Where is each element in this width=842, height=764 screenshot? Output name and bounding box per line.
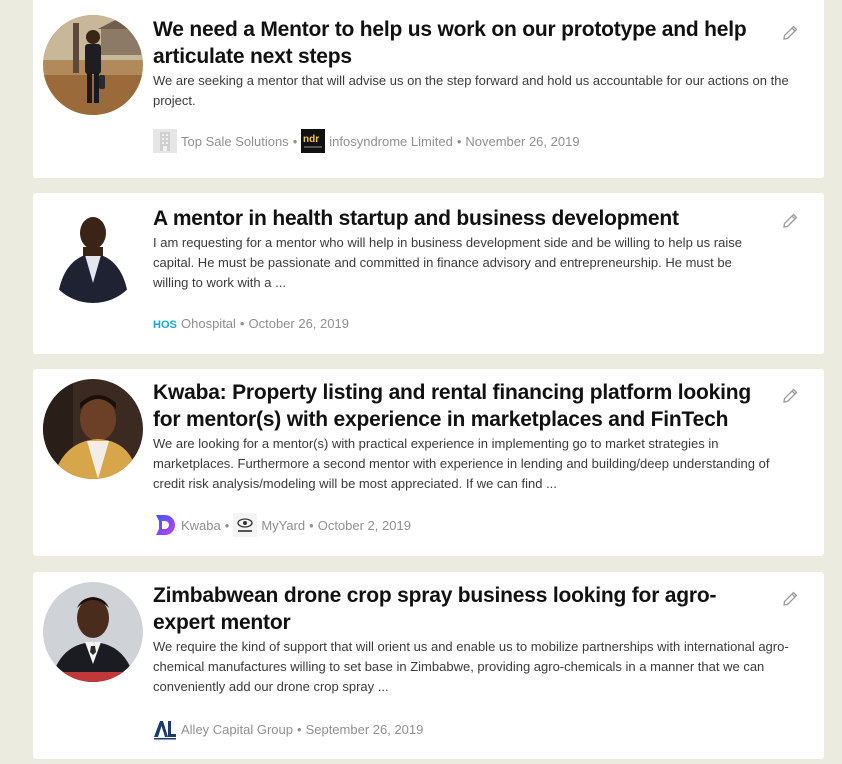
meta-separator: •: [239, 315, 245, 331]
request-description: We are looking for a mentor(s) with prac…: [153, 436, 770, 491]
request-description: We are seeking a mentor that will advise…: [153, 73, 789, 108]
request-meta: Alley Capital Group • September 26, 2019: [153, 717, 423, 741]
organization-link[interactable]: MyYard: [261, 518, 305, 533]
request-date: November 26, 2019: [465, 133, 580, 149]
organization-link[interactable]: Kwaba: [181, 518, 221, 533]
pencil-icon[interactable]: [782, 591, 798, 607]
organization-link[interactable]: infosyndrome Limited: [329, 134, 453, 149]
request-description: We require the kind of support that will…: [153, 639, 789, 694]
request-title[interactable]: Kwaba: Property listing and rental finan…: [153, 379, 773, 433]
kwaba-logo-icon: [153, 513, 177, 537]
avatar[interactable]: [43, 582, 143, 682]
avatar[interactable]: [43, 203, 143, 303]
organization-link[interactable]: Alley Capital Group: [181, 722, 293, 737]
meta-separator: •: [297, 721, 302, 737]
infosyndrome-logo-icon: ndr: [301, 129, 326, 153]
pencil-icon[interactable]: [782, 388, 798, 404]
mentor-request-card[interactable]: Kwaba: Property listing and rental finan…: [33, 369, 824, 556]
building-logo-icon: [153, 129, 177, 153]
request-description: I am requesting for a mentor who will he…: [153, 235, 742, 290]
organization-link[interactable]: Top Sale Solutions: [181, 134, 289, 149]
meta-separator: •: [224, 517, 230, 533]
pencil-icon[interactable]: [782, 213, 798, 229]
svg-text:ndr: ndr: [303, 134, 319, 145]
request-meta: Top Sale Solutions • ndr infosyndrome Li…: [153, 129, 580, 153]
mentor-request-card[interactable]: A mentor in health startup and business …: [33, 193, 824, 354]
person-photo-icon: [43, 582, 143, 682]
request-date: October 26, 2019: [248, 315, 349, 331]
myyard-logo-icon: [233, 513, 258, 537]
meta-separator: •: [456, 133, 462, 149]
request-meta: HOS Ohospital • October 26, 2019: [153, 311, 349, 335]
alley-capital-logo-icon: [153, 717, 177, 741]
request-meta: Kwaba • MyYard • October 2, 2019: [153, 513, 411, 537]
request-title[interactable]: A mentor in health startup and business …: [153, 205, 773, 232]
svg-text:HOS: HOS: [153, 319, 177, 331]
meta-separator: •: [309, 517, 314, 533]
person-photo-icon: [43, 15, 143, 115]
organization-link[interactable]: Ohospital: [181, 316, 236, 331]
request-title[interactable]: Zimbabwean drone crop spray business loo…: [153, 582, 773, 636]
ohospital-logo-icon: HOS: [153, 311, 177, 335]
avatar[interactable]: [43, 379, 143, 479]
pencil-icon[interactable]: [782, 25, 798, 41]
mentor-request-card[interactable]: Zimbabwean drone crop spray business loo…: [33, 572, 824, 759]
avatar[interactable]: [43, 15, 143, 115]
person-photo-icon: [43, 203, 143, 303]
request-title[interactable]: We need a Mentor to help us work on our …: [153, 16, 773, 70]
mentor-request-card[interactable]: We need a Mentor to help us work on our …: [33, 0, 824, 178]
request-date: September 26, 2019: [305, 721, 424, 737]
meta-separator: •: [292, 133, 298, 149]
request-date: October 2, 2019: [317, 517, 411, 533]
person-photo-icon: [43, 379, 143, 479]
